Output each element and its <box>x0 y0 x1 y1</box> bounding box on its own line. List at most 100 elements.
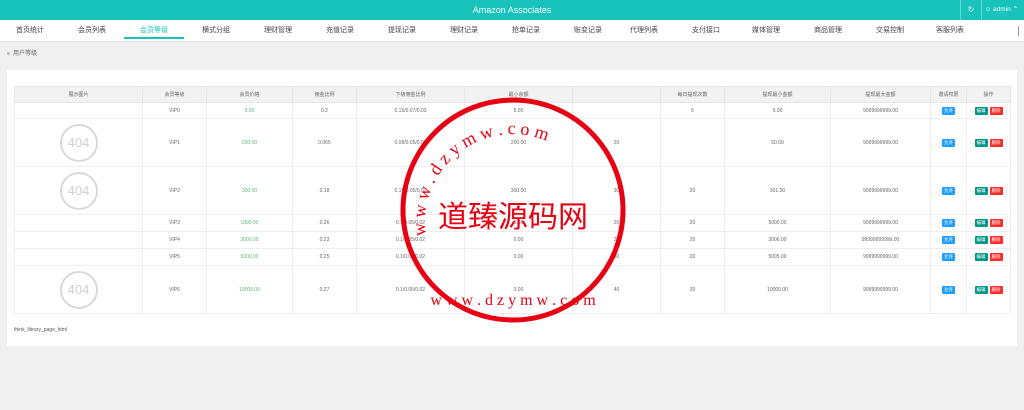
col-level: 会员等级 <box>142 86 207 103</box>
level-cell: VIP0 <box>142 102 207 119</box>
tab-balance-changes[interactable]: 账变记录 <box>558 20 618 42</box>
invite-allow-button[interactable]: 允许 <box>942 236 955 244</box>
commission-cell: 0.27 <box>292 265 357 314</box>
price-cell: 5000.00 <box>206 248 293 266</box>
withdraw-min-cell: 5005.00 <box>724 248 831 266</box>
tab-withdraw[interactable]: 提现记录 <box>372 20 432 42</box>
invite-allow-button[interactable]: 允许 <box>942 186 955 195</box>
tab-orders[interactable]: 抢单记录 <box>496 20 556 42</box>
price-cell: 300.00 <box>206 166 293 215</box>
col-commission: 佣金比例 <box>292 86 357 103</box>
seal-center-text: 道臻源码网 <box>438 200 588 235</box>
withdraw-min-cell: 5000.00 <box>724 214 831 232</box>
withdraw-max-cell: 99999999999.00 <box>830 231 931 249</box>
daily-cell: 20 <box>660 248 725 266</box>
invite-allow-button[interactable]: 允许 <box>942 106 955 115</box>
placeholder-404-image: 404 <box>59 171 98 210</box>
placeholder-404-image: 404 <box>59 270 98 309</box>
delete-button[interactable]: 删除 <box>989 219 1003 227</box>
actions-cell: 编辑 删除 <box>966 248 1011 266</box>
invite-cell: 允许 <box>930 166 967 215</box>
row-image <box>14 102 143 119</box>
watermark-seal: w w w . d z y m w . c o m 道臻源码网 w w w . … <box>400 97 626 323</box>
delete-button[interactable]: 删除 <box>989 236 1003 244</box>
main-nav: 首页统计 会员列表 会员等级 横式分组 理财管理 充值记录 提现记录 理财记录 … <box>0 20 1024 42</box>
row-image: 404 <box>14 166 143 215</box>
commission-cell: 0.25 <box>292 248 357 266</box>
withdraw-max-cell: 9999999999.00 <box>830 214 931 232</box>
col-price: 会员价格 <box>206 86 293 103</box>
invite-cell: 允许 <box>930 214 967 232</box>
delete-button[interactable]: 删除 <box>989 285 1003 294</box>
price-cell: 3000.00 <box>206 231 293 249</box>
edit-button[interactable]: 编辑 <box>974 253 988 261</box>
user-menu[interactable]: ☺ admin ⌃ <box>985 0 1018 20</box>
tab-member-levels[interactable]: 会员等级 <box>124 20 184 42</box>
edit-button[interactable]: 编辑 <box>974 285 988 294</box>
invite-allow-button[interactable]: 允许 <box>942 285 955 294</box>
tab-agents[interactable]: 代理列表 <box>614 20 674 42</box>
commission-cell: 0.065 <box>292 118 357 167</box>
tab-dashboard[interactable]: 首页统计 <box>0 20 60 42</box>
edit-button[interactable]: 编辑 <box>974 138 988 147</box>
daily-cell: 5 <box>660 102 725 119</box>
row-image <box>14 214 143 232</box>
delete-button[interactable]: 删除 <box>989 253 1003 261</box>
tab-groups[interactable]: 横式分组 <box>186 20 246 42</box>
tab-products[interactable]: 商品管理 <box>798 20 858 42</box>
delete-button[interactable]: 删除 <box>989 186 1003 195</box>
row-image <box>14 248 143 266</box>
withdraw-min-cell: 50.00 <box>724 118 831 167</box>
bullet-icon <box>7 51 10 55</box>
commission-cell: 0.23 <box>292 231 357 249</box>
delete-button[interactable]: 删除 <box>989 106 1003 115</box>
col-daily-withdraw: 每日提现次数 <box>660 86 725 103</box>
tab-trade-control[interactable]: 交易控制 <box>860 20 920 42</box>
breadcrumb-label: 用户等级 <box>13 51 38 57</box>
withdraw-min-cell: 5.00 <box>724 102 831 119</box>
col-withdraw-min: 提现最小金额 <box>724 86 831 103</box>
withdraw-max-cell: 9999999999.00 <box>830 248 931 266</box>
user-name: admin <box>993 6 1011 13</box>
col-invite: 邀请权限 <box>930 86 967 103</box>
tab-media[interactable]: 媒体管理 <box>736 20 796 42</box>
level-cell: VIP1 <box>142 118 207 167</box>
tab-finance[interactable]: 理财管理 <box>248 20 308 42</box>
withdraw-max-cell: 9999999999.00 <box>830 265 931 314</box>
col-image: 展示图片 <box>14 86 143 103</box>
invite-cell: 允许 <box>930 265 967 314</box>
edit-button[interactable]: 编辑 <box>974 236 988 244</box>
daily-cell <box>660 118 725 167</box>
refresh-icon[interactable]: ↻ <box>960 0 982 20</box>
chevron-up-icon: ⌃ <box>1012 6 1018 13</box>
invite-cell: 允许 <box>930 118 967 167</box>
withdraw-min-cell: 10000.00 <box>724 265 831 314</box>
placeholder-404-image: 404 <box>59 123 98 162</box>
tab-recharge[interactable]: 充值记录 <box>310 20 370 42</box>
invite-allow-button[interactable]: 允许 <box>942 253 955 261</box>
edit-button[interactable]: 编辑 <box>974 106 988 115</box>
tab-finance-records[interactable]: 理财记录 <box>434 20 494 42</box>
tab-payment[interactable]: 支付接口 <box>676 20 736 42</box>
withdraw-max-cell: 9999999999.00 <box>830 166 931 215</box>
actions-cell: 编辑 删除 <box>966 214 1011 232</box>
edit-button[interactable]: 编辑 <box>974 186 988 195</box>
price-cell: 5.00 <box>206 102 293 119</box>
tab-support[interactable]: 客服列表 <box>920 20 980 42</box>
row-image <box>14 231 143 249</box>
withdraw-min-cell: 3006.00 <box>724 231 831 249</box>
level-cell: VIP5 <box>142 248 207 266</box>
price-cell: 200.00 <box>206 118 293 167</box>
edit-button[interactable]: 编辑 <box>974 219 988 227</box>
row-image: 404 <box>14 118 143 167</box>
invite-cell: 允许 <box>930 248 967 266</box>
actions-cell: 编辑 删除 <box>966 166 1011 215</box>
delete-button[interactable]: 删除 <box>989 138 1003 147</box>
invite-allow-button[interactable]: 允许 <box>942 219 955 227</box>
invite-allow-button[interactable]: 允许 <box>942 138 955 147</box>
tab-members[interactable]: 会员列表 <box>62 20 122 42</box>
invite-cell: 允许 <box>930 102 967 119</box>
level-cell: VIP3 <box>142 214 207 232</box>
commission-cell: 0.18 <box>292 166 357 215</box>
nav-scroll-handle[interactable] <box>1018 26 1021 36</box>
